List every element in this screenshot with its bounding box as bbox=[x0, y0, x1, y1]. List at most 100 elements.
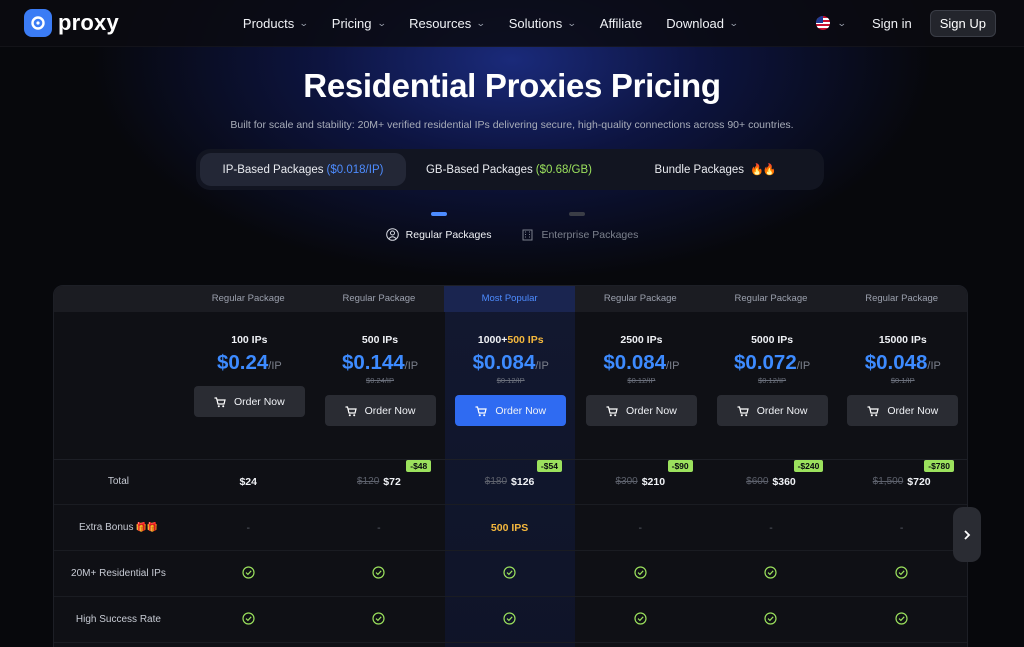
row-residential-ips: 20M+ Residential IPs bbox=[54, 551, 967, 597]
check-icon bbox=[634, 611, 647, 628]
row-label-total: Total bbox=[107, 476, 129, 487]
main-menu: Products ⌄ Pricing ⌄ Resources ⌄ Solutions ⌄ Aff… bbox=[231, 0, 750, 47]
ip-count-text: 1000+ bbox=[477, 334, 508, 346]
order-now-label: Order Now bbox=[626, 404, 677, 417]
scroll-right-button[interactable] bbox=[953, 507, 981, 562]
cart-icon bbox=[214, 396, 226, 407]
sign-in-link[interactable]: Sign in bbox=[872, 16, 912, 31]
feature-cell bbox=[706, 611, 837, 628]
sign-up-button[interactable]: Sign Up bbox=[929, 9, 996, 37]
bonus-value: 500 IPS bbox=[490, 521, 529, 534]
menu-item-affiliate[interactable]: Affiliate bbox=[588, 0, 654, 47]
chevron-down-icon: ⌄ bbox=[837, 17, 848, 28]
active-indicator bbox=[430, 212, 447, 216]
chevron-down-icon: ⌄ bbox=[728, 17, 739, 28]
feature-cell bbox=[575, 565, 706, 582]
total-value: $360 bbox=[772, 475, 796, 488]
total-cell: $24 bbox=[183, 476, 314, 488]
tab-enterprise-packages[interactable]: Enterprise Packages bbox=[521, 212, 638, 241]
menu-item-label: Solutions bbox=[508, 15, 563, 31]
tab-ip-based-label: IP-Based Packages bbox=[222, 163, 324, 176]
check-icon bbox=[634, 565, 647, 582]
order-now-label: Order Now bbox=[233, 395, 285, 408]
package-sub-tabs: Regular Packages Enterprise Packages bbox=[0, 212, 1024, 241]
total-value: $210 bbox=[641, 475, 666, 488]
menu-item-label: Affiliate bbox=[599, 15, 643, 31]
feature-cell bbox=[836, 611, 967, 628]
order-now-button[interactable]: Order Now bbox=[455, 395, 567, 426]
gift-icon: 🎁🎁 bbox=[135, 522, 158, 532]
column-header: Regular Package bbox=[865, 293, 939, 304]
column-header: Regular Package bbox=[211, 293, 285, 304]
menu-item-download[interactable]: Download ⌄ bbox=[654, 0, 749, 47]
cart-icon bbox=[867, 405, 880, 416]
page-title: Residential Proxies Pricing bbox=[303, 67, 721, 104]
check-icon bbox=[242, 565, 255, 582]
total-cell: $180 $126 -$54 bbox=[444, 459, 575, 488]
check-icon bbox=[242, 611, 255, 628]
bonus-cell: - bbox=[575, 522, 706, 534]
savings-badge: -$54 bbox=[536, 459, 562, 472]
row-success-rate: High Success Rate bbox=[54, 597, 967, 643]
price-value: $0.24 bbox=[216, 351, 269, 374]
pricing-table: Regular Package Regular Package Most Popul… bbox=[53, 285, 968, 647]
page-subtitle: Built for scale and stability: 20M+ veri… bbox=[230, 119, 794, 131]
price-value: $0.048 bbox=[864, 351, 928, 374]
row-total: Total $24 $120 $72 -$48 $180 $126 -$54 $300 $210… bbox=[54, 459, 967, 505]
order-now-button[interactable]: Order Now bbox=[585, 395, 697, 426]
column-header: Regular Package bbox=[734, 293, 808, 304]
bonus-value: - bbox=[899, 521, 904, 534]
order-now-label: Order Now bbox=[756, 404, 808, 417]
tab-regular-label: Regular Packages bbox=[405, 228, 492, 241]
feature-cell bbox=[575, 611, 706, 628]
price-unit: /IP bbox=[796, 360, 811, 372]
ip-count-text: 2500 IPs bbox=[620, 334, 663, 346]
price-value: $0.084 bbox=[603, 351, 667, 374]
bonus-cell: - bbox=[183, 522, 314, 534]
logo[interactable]: proxy bbox=[24, 9, 119, 37]
package-price: $0.072/IP bbox=[734, 351, 810, 375]
chevron-down-icon: ⌄ bbox=[476, 17, 486, 28]
ip-count-text: 5000 IPs bbox=[751, 334, 794, 346]
ip-count-text: 15000 IPs bbox=[878, 334, 927, 346]
price-unit: /IP bbox=[268, 360, 282, 372]
check-icon bbox=[895, 611, 908, 628]
savings-badge: -$90 bbox=[667, 459, 693, 472]
package-price: $0.048/IP bbox=[865, 351, 941, 375]
menu-item-label: Resources bbox=[409, 15, 472, 31]
language-selector[interactable]: ⌄ bbox=[816, 16, 848, 30]
package-card: 15000 IPs $0.048/IP $0.1/IP Order Now bbox=[837, 312, 967, 426]
inactive-indicator bbox=[569, 212, 586, 216]
menu-item-pricing[interactable]: Pricing ⌄ bbox=[320, 0, 397, 47]
original-price: $0.12/IP bbox=[627, 376, 656, 385]
order-now-button[interactable]: Order Now bbox=[716, 395, 828, 426]
column-header: Regular Package bbox=[342, 293, 416, 304]
order-now-button[interactable]: Order Now bbox=[847, 395, 959, 426]
bonus-cell: - bbox=[836, 522, 967, 534]
bonus-value: - bbox=[769, 521, 773, 534]
package-card: 500 IPs $0.144/IP $0.24/IP Order Now bbox=[315, 312, 446, 426]
menu-item-resources[interactable]: Resources ⌄ bbox=[397, 0, 497, 47]
row-label-residential: 20M+ Residential IPs bbox=[71, 568, 166, 579]
menu-item-solutions[interactable]: Solutions ⌄ bbox=[497, 0, 588, 47]
ip-bonus-text: 500 IPs bbox=[507, 334, 544, 346]
cart-icon bbox=[606, 405, 618, 416]
column-header: Regular Package bbox=[603, 293, 677, 304]
tab-gb-based[interactable]: GB-Based Packages ($0.68/GB) bbox=[406, 153, 612, 186]
feature-cell bbox=[314, 611, 445, 628]
order-now-button[interactable]: Order Now bbox=[193, 386, 305, 417]
table-header-row: Regular Package Regular Package Most Popul… bbox=[54, 286, 967, 312]
tab-bundle[interactable]: Bundle Packages 🔥🔥 bbox=[612, 153, 818, 186]
price-unit: /IP bbox=[927, 360, 941, 372]
package-ip-count: 100 IPs bbox=[231, 334, 267, 346]
chevron-down-icon: ⌄ bbox=[376, 17, 387, 28]
original-price: $0.12/IP bbox=[758, 376, 787, 385]
total-cell: $120 $72 -$48 bbox=[314, 459, 445, 488]
tab-ip-based[interactable]: IP-Based Packages ($0.018/IP) bbox=[200, 153, 406, 186]
tab-bundle-label: Bundle Packages bbox=[654, 163, 745, 176]
total-original: $300 bbox=[615, 476, 638, 487]
tab-regular-packages[interactable]: Regular Packages bbox=[385, 212, 492, 241]
order-now-button[interactable]: Order Now bbox=[324, 395, 436, 426]
menu-item-products[interactable]: Products ⌄ bbox=[231, 0, 320, 47]
row-label-success: High Success Rate bbox=[75, 614, 161, 625]
